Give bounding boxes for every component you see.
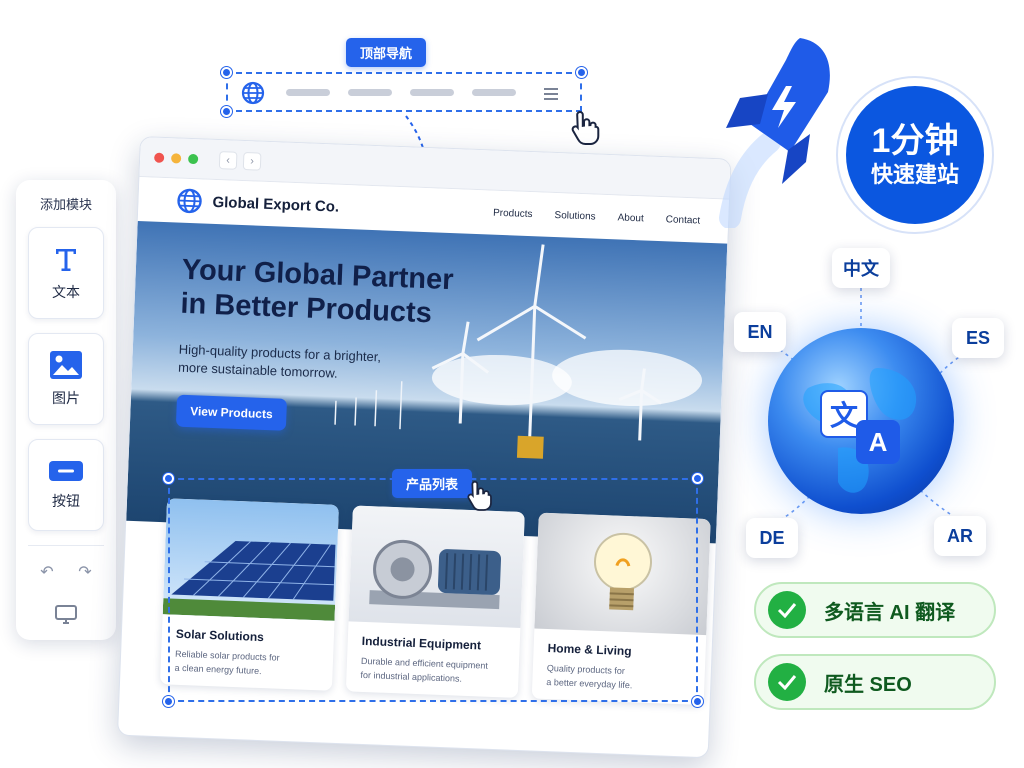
translate-target-glyph: A: [856, 420, 900, 464]
minimize-dot-icon[interactable]: [170, 152, 182, 164]
module-button-label: 按钮: [52, 493, 80, 509]
resize-handle[interactable]: [163, 473, 174, 484]
monitor-icon[interactable]: [54, 604, 78, 626]
site-brand[interactable]: Global Export Co.: [176, 187, 340, 219]
text-icon: [56, 249, 76, 271]
resize-handle[interactable]: [163, 696, 174, 707]
add-module-panel: 添加模块 文本 图片 按钮 ↶ ↷: [16, 180, 116, 640]
check-icon: [768, 663, 806, 701]
check-icon: [768, 591, 806, 629]
resize-handle[interactable]: [221, 106, 232, 117]
nav-link-about[interactable]: About: [617, 212, 644, 224]
cursor-hand-icon: [571, 110, 600, 145]
language-chip-de[interactable]: DE: [746, 518, 798, 558]
globe-icon: [241, 81, 265, 105]
resize-handle[interactable]: [692, 473, 703, 484]
image-icon: [50, 351, 82, 379]
resize-handle[interactable]: [576, 67, 587, 78]
top-nav-selection[interactable]: [221, 67, 587, 117]
module-text[interactable]: 文本: [28, 227, 104, 319]
feature-label: 多语言 AI 翻译: [824, 601, 956, 624]
language-chip-ar[interactable]: AR: [934, 516, 986, 556]
module-text-label: 文本: [52, 284, 80, 300]
module-image-label: 图片: [52, 390, 80, 406]
language-chip-es[interactable]: ES: [952, 318, 1004, 358]
badge-subtitle: 快速建站: [870, 162, 959, 187]
module-image[interactable]: 图片: [28, 333, 104, 425]
feature-ai-translation: 多语言 AI 翻译: [754, 582, 996, 638]
brand-name: Global Export Co.: [212, 193, 340, 216]
quick-build-badge: 1分钟 快速建站: [836, 76, 994, 234]
undo-icon[interactable]: ↶: [40, 562, 53, 582]
resize-handle[interactable]: [221, 67, 232, 78]
nav-placeholder-bars: [286, 89, 516, 96]
view-products-button[interactable]: View Products: [175, 394, 288, 431]
globe-logo-icon: [177, 188, 202, 214]
button-icon: [49, 461, 83, 481]
back-arrow-icon[interactable]: ‹: [218, 150, 238, 170]
maximize-dot-icon[interactable]: [187, 153, 199, 164]
panel-title: 添加模块: [39, 197, 92, 212]
feature-label: 原生 SEO: [824, 673, 912, 696]
product-list-tag: 产品列表: [392, 469, 473, 498]
globe-illustration: 文 A: [768, 328, 954, 514]
forward-arrow-icon[interactable]: ›: [242, 151, 262, 171]
language-chip-en[interactable]: EN: [734, 312, 786, 352]
close-dot-icon[interactable]: [154, 152, 165, 163]
badge-title: 1分钟: [871, 122, 959, 160]
module-button[interactable]: 按钮: [28, 439, 104, 531]
hamburger-menu-icon: [544, 88, 558, 100]
language-chip-zh[interactable]: 中文: [832, 248, 890, 288]
nav-link-solutions[interactable]: Solutions: [554, 209, 596, 222]
feature-native-seo: 原生 SEO: [754, 654, 996, 710]
hero-title: Your Global Partner in Better Products: [180, 253, 454, 331]
site-nav: Products Solutions About Contact: [493, 207, 700, 226]
redo-icon[interactable]: ↷: [78, 562, 91, 582]
rocket-icon: [719, 38, 830, 228]
top-nav-tag: 顶部导航: [346, 38, 427, 67]
nav-link-contact[interactable]: Contact: [666, 214, 701, 226]
canvas: 添加模块 文本 图片 按钮 ↶ ↷ 顶部导航 ‹ › Global Export…: [0, 0, 1024, 768]
resize-handle[interactable]: [692, 696, 703, 707]
cursor-hand-icon: [467, 480, 492, 511]
product-list-selection[interactable]: [163, 473, 703, 707]
nav-link-products[interactable]: Products: [493, 207, 533, 220]
divider: [28, 545, 104, 546]
